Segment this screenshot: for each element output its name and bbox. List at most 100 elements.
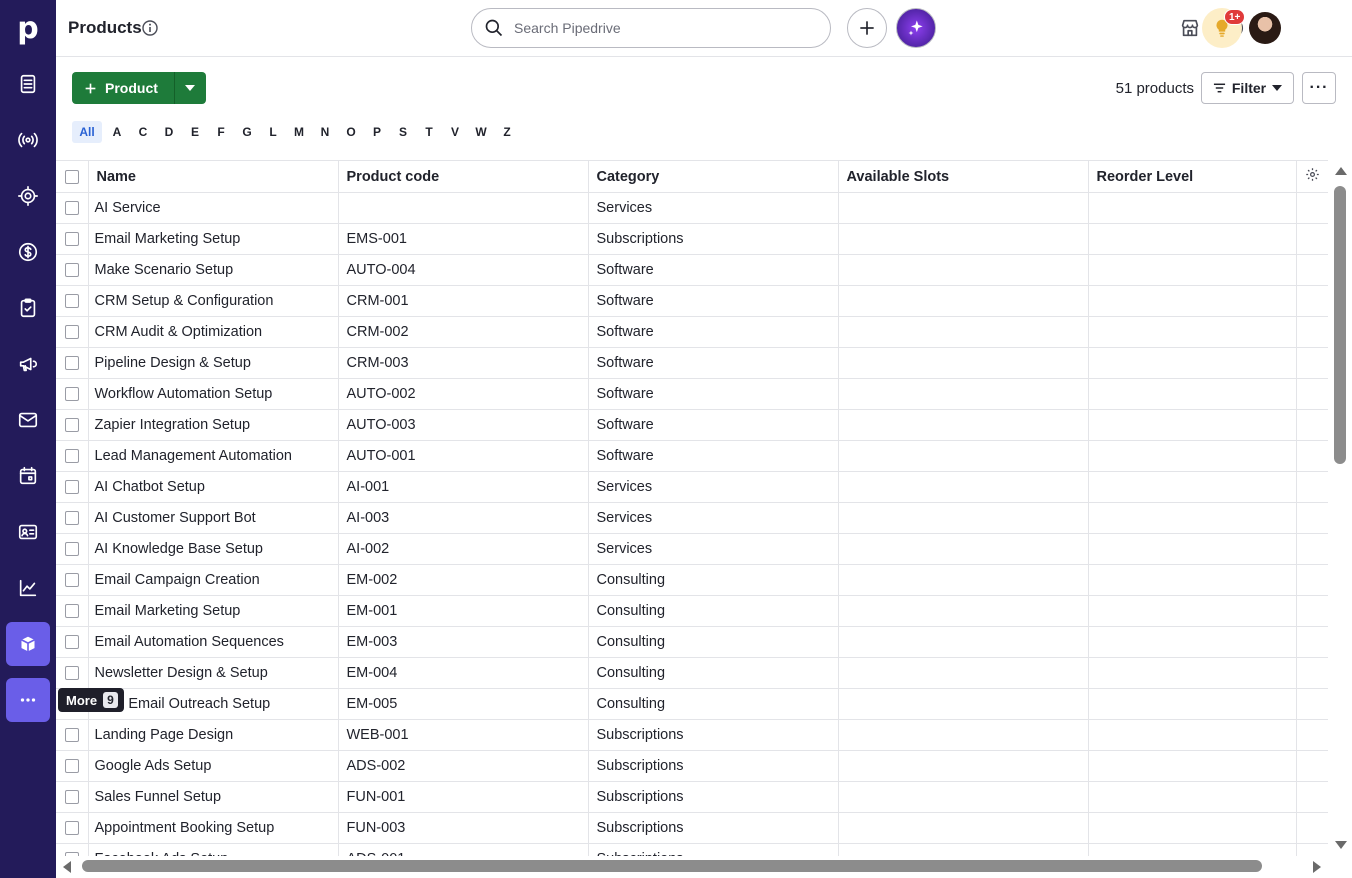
table-row[interactable]: Email Marketing Setup EMS-001 Subscription… xyxy=(56,223,1328,255)
row-checkbox[interactable] xyxy=(56,347,89,379)
table-row[interactable]: Newsletter Design & Setup EM-004 Consultin… xyxy=(56,657,1328,689)
row-checkbox[interactable] xyxy=(56,657,89,689)
product-name-cell[interactable]: Appointment Booking Setup xyxy=(88,812,339,844)
letter-filter-v[interactable]: V xyxy=(442,121,468,143)
letter-filter-g[interactable]: G xyxy=(234,121,260,143)
table-row[interactable]: Lead Management Automation AUTO-001 Softwa… xyxy=(56,440,1328,472)
leads-icon[interactable] xyxy=(6,62,50,106)
scroll-left-arrow[interactable] xyxy=(62,860,72,874)
letter-filter-t[interactable]: T xyxy=(416,121,442,143)
column-header-reorder-level[interactable]: Reorder Level xyxy=(1088,160,1297,193)
letter-filter-m[interactable]: M xyxy=(286,121,312,143)
avatar[interactable] xyxy=(1249,12,1281,44)
more-icon[interactable] xyxy=(6,678,50,722)
product-name-cell[interactable]: Newsletter Design & Setup xyxy=(88,657,339,689)
product-name-cell[interactable]: Pipeline Design & Setup xyxy=(88,347,339,379)
scroll-right-arrow[interactable] xyxy=(1312,860,1322,874)
letter-filter-p[interactable]: P xyxy=(364,121,390,143)
table-row[interactable]: Pipeline Design & Setup CRM-003 Software xyxy=(56,347,1328,379)
column-header-product-code[interactable]: Product code xyxy=(338,160,589,193)
letter-filter-w[interactable]: W xyxy=(468,121,494,143)
table-row[interactable]: Cold Email Outreach Setup EM-005 Consultin… xyxy=(56,688,1328,720)
letter-filter-all[interactable]: All xyxy=(72,121,102,143)
clipboard-check-icon[interactable] xyxy=(6,286,50,330)
horizontal-scrollbar-thumb[interactable] xyxy=(82,860,1262,872)
row-checkbox[interactable] xyxy=(56,192,89,224)
product-name-cell[interactable]: Zapier Integration Setup xyxy=(88,409,339,441)
letter-filter-f[interactable]: F xyxy=(208,121,234,143)
table-row[interactable]: CRM Setup & Configuration CRM-001 Software xyxy=(56,285,1328,317)
product-name-cell[interactable]: Google Ads Setup xyxy=(88,750,339,782)
table-row[interactable]: AI Service Services xyxy=(56,192,1328,224)
product-name-cell[interactable]: Landing Page Design xyxy=(88,719,339,751)
table-row[interactable]: Make Scenario Setup AUTO-004 Software xyxy=(56,254,1328,286)
row-checkbox[interactable] xyxy=(56,502,89,534)
box-icon[interactable] xyxy=(6,622,50,666)
row-checkbox[interactable] xyxy=(56,750,89,782)
letter-filter-s[interactable]: S xyxy=(390,121,416,143)
product-name-cell[interactable]: Sales Funnel Setup xyxy=(88,781,339,813)
row-checkbox[interactable] xyxy=(56,223,89,255)
row-checkbox[interactable] xyxy=(56,285,89,317)
row-checkbox[interactable] xyxy=(56,316,89,348)
chart-line-icon[interactable] xyxy=(6,566,50,610)
info-icon[interactable] xyxy=(142,20,158,36)
column-header-name[interactable]: Name xyxy=(88,160,339,193)
table-row[interactable]: Email Automation Sequences EM-003 Consulti… xyxy=(56,626,1328,658)
column-header-category[interactable]: Category xyxy=(588,160,839,193)
product-name-cell[interactable]: Email Automation Sequences xyxy=(88,626,339,658)
target-icon[interactable] xyxy=(6,174,50,218)
table-row[interactable]: Google Ads Setup ADS-002 Subscriptions xyxy=(56,750,1328,782)
letter-filter-z[interactable]: Z xyxy=(494,121,520,143)
row-checkbox[interactable] xyxy=(56,409,89,441)
ai-assistant-button[interactable] xyxy=(896,8,936,48)
product-name-cell[interactable]: Workflow Automation Setup xyxy=(88,378,339,410)
megaphone-icon[interactable] xyxy=(6,342,50,386)
letter-filter-l[interactable]: L xyxy=(260,121,286,143)
table-row[interactable]: Landing Page Design WEB-001 Subscriptions xyxy=(56,719,1328,751)
row-checkbox[interactable] xyxy=(56,440,89,472)
letter-filter-n[interactable]: N xyxy=(312,121,338,143)
letter-filter-c[interactable]: C xyxy=(130,121,156,143)
row-checkbox[interactable] xyxy=(56,254,89,286)
table-row[interactable]: Email Marketing Setup EM-001 Consulting xyxy=(56,595,1328,627)
product-name-cell[interactable]: Facebook Ads Setup xyxy=(88,843,339,856)
letter-filter-d[interactable]: D xyxy=(156,121,182,143)
row-checkbox[interactable] xyxy=(56,719,89,751)
column-header-available-slots[interactable]: Available Slots xyxy=(838,160,1089,193)
product-name-cell[interactable]: Email Marketing Setup xyxy=(88,223,339,255)
table-row[interactable]: Workflow Automation Setup AUTO-002 Softwar… xyxy=(56,378,1328,410)
scroll-down-arrow[interactable] xyxy=(1334,840,1348,850)
mail-icon[interactable] xyxy=(6,398,50,442)
table-row[interactable]: CRM Audit & Optimization CRM-002 Software xyxy=(56,316,1328,348)
product-name-cell[interactable]: Cold Email Outreach Setup xyxy=(88,688,339,720)
pipedrive-logo[interactable]: p xyxy=(0,0,56,56)
table-row[interactable]: Sales Funnel Setup FUN-001 Subscriptions xyxy=(56,781,1328,813)
letter-filter-o[interactable]: O xyxy=(338,121,364,143)
table-row[interactable]: AI Customer Support Bot AI-003 Services xyxy=(56,502,1328,534)
add-options-dropdown[interactable] xyxy=(173,72,206,104)
add-product-button[interactable]: Product xyxy=(72,72,174,104)
table-row[interactable]: Email Campaign Creation EM-002 Consulting xyxy=(56,564,1328,596)
table-row[interactable]: AI Knowledge Base Setup AI-002 Services xyxy=(56,533,1328,565)
dollar-icon[interactable] xyxy=(6,230,50,274)
product-name-cell[interactable]: Lead Management Automation xyxy=(88,440,339,472)
contact-card-icon[interactable] xyxy=(6,510,50,554)
product-name-cell[interactable]: Email Marketing Setup xyxy=(88,595,339,627)
select-all-checkbox[interactable] xyxy=(56,160,89,193)
filter-button[interactable]: Filter xyxy=(1201,72,1294,104)
scroll-up-arrow[interactable] xyxy=(1334,166,1348,176)
letter-filter-a[interactable]: A xyxy=(104,121,130,143)
row-checkbox[interactable] xyxy=(56,843,89,856)
row-checkbox[interactable] xyxy=(56,626,89,658)
product-name-cell[interactable]: AI Chatbot Setup xyxy=(88,471,339,503)
quick-add-button[interactable] xyxy=(847,8,887,48)
vertical-scrollbar-thumb[interactable] xyxy=(1334,186,1346,464)
row-checkbox[interactable] xyxy=(56,471,89,503)
row-checkbox[interactable] xyxy=(56,378,89,410)
search-input[interactable] xyxy=(514,20,814,36)
search-bar[interactable] xyxy=(471,8,831,48)
product-name-cell[interactable]: CRM Setup & Configuration xyxy=(88,285,339,317)
calendar-icon[interactable] xyxy=(6,454,50,498)
marketplace-icon[interactable] xyxy=(1176,14,1204,42)
